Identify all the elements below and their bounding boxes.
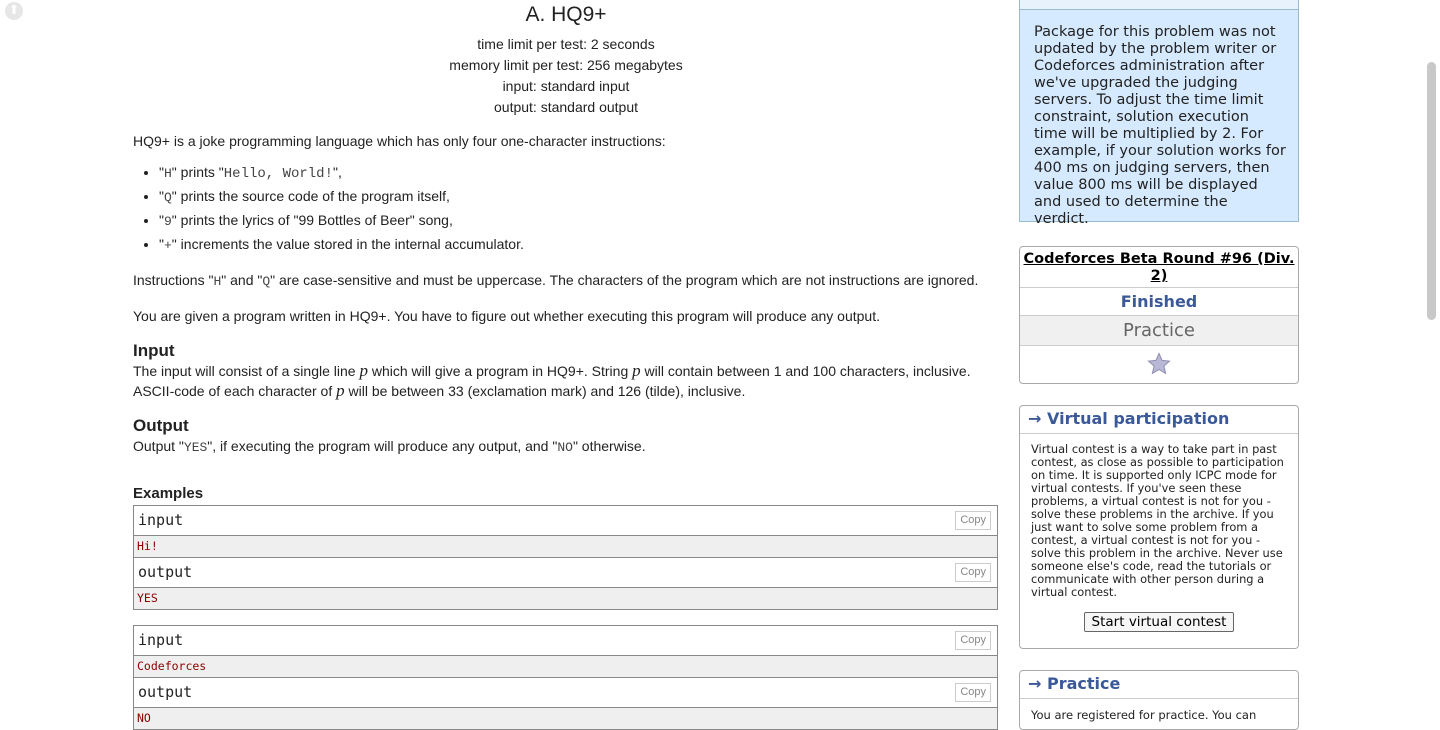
problem-statement: A. HQ9+ time limit per test: 2 seconds m…: [133, 0, 999, 730]
attention-header: [1020, 0, 1298, 10]
input-source: input: standard input: [502, 78, 630, 94]
instruction-list: "H" prints "Hello, World!", "Q" prints t…: [133, 161, 999, 257]
output-spec: Output Output "YES", if executing the pr…: [133, 416, 999, 458]
input-section-title: Input: [133, 341, 175, 360]
output-description: Output "YES", if executing the program w…: [133, 438, 646, 455]
practice-box: → Practice You are registered for practi…: [1019, 670, 1299, 730]
example-2: input Copy Codeforces output Copy NO: [133, 625, 998, 730]
example-output: NO: [134, 708, 997, 729]
output-source: output: standard output: [494, 99, 638, 115]
example-input: Hi!: [134, 536, 997, 558]
list-item: "9" prints the lyrics of "99 Bottles of …: [159, 209, 999, 233]
memory-limit: memory limit per test: 256 megabytes: [449, 57, 683, 73]
problem-title: A. HQ9+: [525, 3, 607, 26]
attention-box: Package for this problem was not updated…: [1019, 0, 1299, 227]
virtual-participation-title: → Virtual participation: [1020, 406, 1298, 434]
copy-button[interactable]: Copy: [955, 631, 991, 650]
practice-text: You are registered for practice. You can: [1031, 708, 1257, 722]
practice-title: → Practice: [1020, 671, 1298, 699]
example-input: Codeforces: [134, 656, 997, 678]
copy-button[interactable]: Copy: [955, 683, 991, 702]
copy-button[interactable]: Copy: [955, 511, 991, 530]
example-output-header: output Copy: [134, 678, 997, 708]
start-virtual-contest-button[interactable]: Start virtual contest: [1084, 612, 1234, 632]
time-limit: time limit per test: 2 seconds: [477, 36, 655, 52]
problem-limits: time limit per test: 2 seconds memory li…: [133, 34, 999, 118]
contest-mode: Practice: [1020, 316, 1298, 346]
example-input-header: input Copy: [134, 626, 997, 656]
list-item: "Q" prints the source code of the progra…: [159, 185, 999, 209]
favorite-star-icon[interactable]: [1020, 346, 1298, 382]
scrollbar-thumb[interactable]: [1427, 62, 1436, 320]
star-icon: [1147, 352, 1171, 375]
example-output-header: output Copy: [134, 558, 997, 588]
copy-button[interactable]: Copy: [955, 563, 991, 582]
example-input-header: input Copy: [134, 506, 997, 536]
intro-text: HQ9+ is a joke programming language whic…: [133, 133, 666, 149]
contest-box: Codeforces Beta Round #96 (Div. 2) Finis…: [1019, 246, 1299, 384]
attention-text: Package for this problem was not updated…: [1034, 24, 1286, 227]
list-item: "+" increments the value stored in the i…: [159, 233, 999, 257]
task-text: You are given a program written in HQ9+.…: [133, 308, 880, 324]
contest-status: Finished: [1020, 288, 1298, 316]
virtual-participation-text: Virtual contest is a way to take part in…: [1031, 442, 1284, 599]
input-description: The input will consist of a single line …: [133, 361, 971, 400]
contest-name-link[interactable]: Codeforces Beta Round #96 (Div. 2): [1020, 247, 1298, 288]
output-section-title: Output: [133, 416, 189, 435]
virtual-participation-box: → Virtual participation Virtual contest …: [1019, 405, 1299, 649]
list-item: "H" prints "Hello, World!",: [159, 161, 999, 185]
case-sensitivity-text: Instructions "H" and "Q" are case-sensit…: [133, 272, 979, 289]
example-output: YES: [134, 588, 997, 609]
input-spec: Input The input will consist of a single…: [133, 341, 999, 401]
examples-title: Examples: [133, 485, 204, 502]
example-1: input Copy Hi! output Copy YES: [133, 505, 998, 610]
scroll-to-top-icon[interactable]: ⬆: [5, 2, 23, 20]
